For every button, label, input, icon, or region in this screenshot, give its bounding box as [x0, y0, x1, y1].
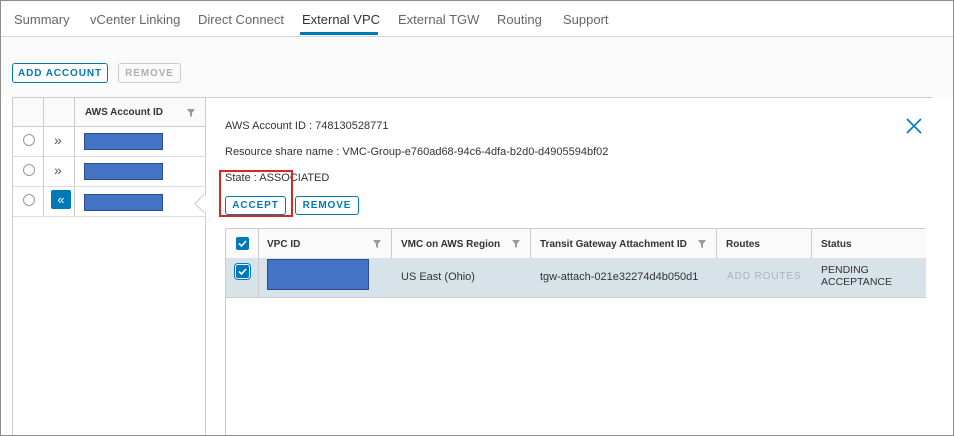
vpc-attachments-grid: VPC ID VMC on AWS Region Transit Gateway…	[225, 228, 926, 435]
select-all-checkbox[interactable]	[236, 237, 249, 250]
tab-external-vpc[interactable]: External VPC	[302, 12, 380, 27]
status-cell: PENDING ACCEPTANCE	[821, 264, 892, 288]
column-separator	[74, 186, 75, 216]
region-column-header: VMC on AWS Region	[401, 239, 501, 250]
column-separator	[74, 156, 75, 186]
redacted-vpc-id	[267, 259, 369, 290]
tab-external-tgw[interactable]: External TGW	[398, 12, 479, 27]
column-separator	[43, 126, 44, 156]
column-separator	[258, 258, 259, 297]
column-separator	[258, 229, 259, 258]
collapse-chevron-icon[interactable]: «	[51, 190, 71, 209]
account-row-expanded[interactable]: «	[13, 186, 205, 217]
account-id-label: AWS Account ID :	[225, 120, 316, 132]
column-separator	[391, 229, 392, 258]
filter-icon[interactable]	[698, 240, 706, 248]
column-separator	[43, 98, 44, 126]
resource-share-label: Resource share name :	[225, 146, 343, 158]
account-id-line: AWS Account ID : 748130528771	[225, 120, 389, 132]
region-cell: US East (Ohio)	[401, 271, 475, 283]
expand-chevron-icon[interactable]: »	[54, 132, 62, 148]
filter-icon[interactable]	[373, 240, 381, 248]
status-column-header: Status	[821, 239, 852, 250]
vpc-grid-header: VPC ID VMC on AWS Region Transit Gateway…	[226, 229, 926, 259]
status-line-1: PENDING	[821, 264, 869, 276]
remove-attachment-button[interactable]: REMOVE	[295, 196, 359, 215]
checkmark-icon	[238, 240, 247, 248]
filter-icon[interactable]	[512, 240, 520, 248]
add-account-button[interactable]: ADD ACCOUNT	[12, 63, 108, 83]
vpc-id-column-header: VPC ID	[267, 239, 301, 250]
attachment-id-cell: tgw-attach-021e32274d4b050d1	[540, 271, 699, 283]
redacted-account-id	[84, 163, 163, 180]
column-separator	[811, 229, 812, 258]
table-row[interactable]: US East (Ohio) tgw-attach-021e32274d4b05…	[226, 258, 926, 298]
resource-share-line: Resource share name : VMC-Group-e760ad68…	[225, 146, 608, 158]
row-checkbox[interactable]	[235, 264, 250, 279]
checkmark-icon	[238, 268, 247, 276]
add-routes-button[interactable]: ADD ROUTES	[727, 271, 802, 282]
account-id-column-header: AWS Account ID	[85, 107, 163, 118]
account-row[interactable]: »	[13, 126, 205, 157]
accounts-grid: AWS Account ID » » «	[12, 97, 206, 435]
account-id-value: 748130528771	[315, 120, 389, 132]
accept-highlight-box	[219, 170, 293, 217]
row-select-radio[interactable]	[23, 194, 35, 206]
tab-direct-connect[interactable]: Direct Connect	[198, 12, 284, 27]
close-icon[interactable]	[906, 118, 922, 134]
active-tab-indicator	[300, 32, 378, 35]
column-separator	[74, 126, 75, 156]
row-select-radio[interactable]	[23, 134, 35, 146]
column-separator	[716, 229, 717, 258]
tab-routing[interactable]: Routing	[497, 12, 542, 27]
tab-vcenter-linking[interactable]: vCenter Linking	[90, 12, 180, 27]
toolbar: ADD ACCOUNT REMOVE	[1, 37, 953, 97]
redacted-account-id	[84, 133, 163, 150]
attachment-id-column-header: Transit Gateway Attachment ID	[540, 239, 687, 250]
redacted-account-id	[84, 194, 163, 211]
account-row[interactable]: »	[13, 156, 205, 187]
column-separator	[530, 229, 531, 258]
resource-share-value: VMC-Group-e760ad68-94c6-4dfa-b2d0-d49055…	[342, 146, 609, 158]
row-select-radio[interactable]	[23, 164, 35, 176]
routes-column-header: Routes	[726, 239, 760, 250]
status-line-2: ACCEPTANCE	[821, 276, 892, 288]
expand-chevron-icon[interactable]: »	[54, 162, 62, 178]
remove-account-button[interactable]: REMOVE	[118, 63, 181, 83]
tab-summary[interactable]: Summary	[14, 12, 70, 27]
column-separator	[74, 98, 75, 126]
column-separator	[43, 156, 44, 186]
filter-icon[interactable]	[187, 109, 195, 117]
tab-bar: Summary vCenter Linking Direct Connect E…	[1, 1, 953, 37]
app-frame: Summary vCenter Linking Direct Connect E…	[0, 0, 954, 436]
accounts-grid-header: AWS Account ID	[13, 98, 205, 127]
column-separator	[43, 186, 44, 216]
tab-support[interactable]: Support	[563, 12, 609, 27]
